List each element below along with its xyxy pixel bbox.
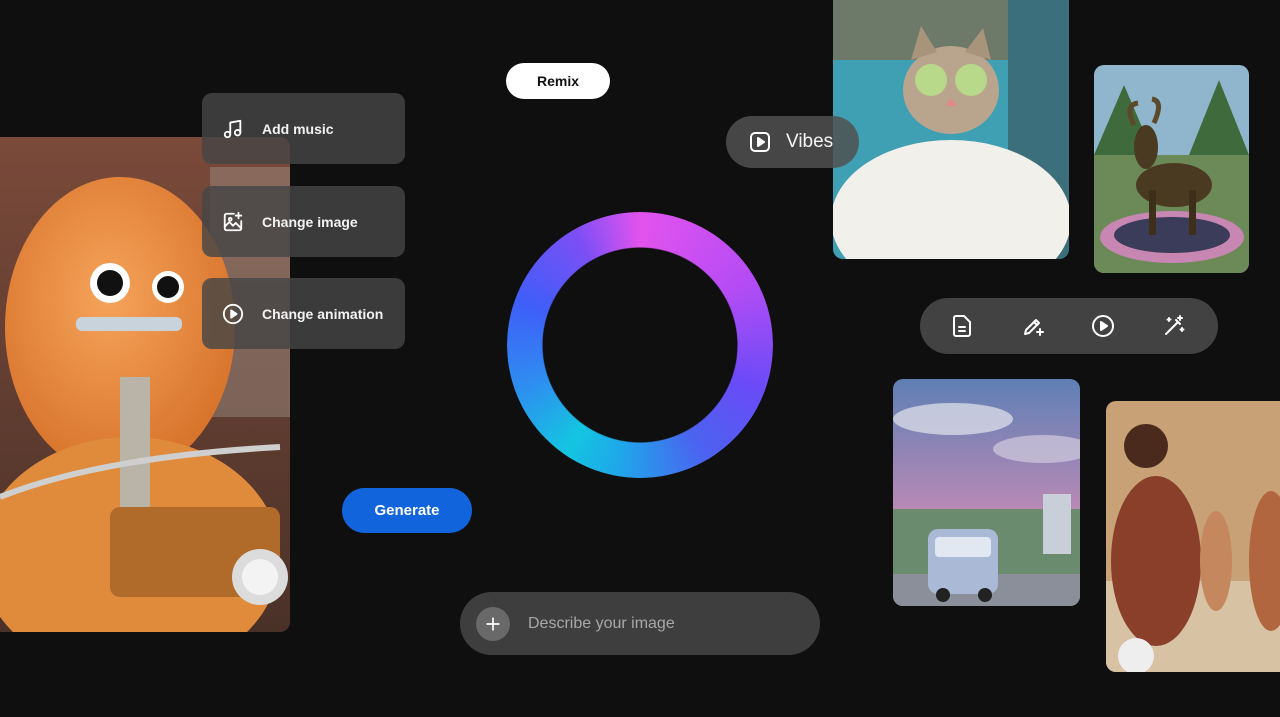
edit-toolbar [920, 298, 1218, 354]
add-button[interactable] [476, 606, 510, 641]
remix-button[interactable]: Remix [506, 63, 610, 99]
play-square-icon [748, 130, 772, 154]
describe-image-input[interactable] [526, 613, 790, 634]
generate-button[interactable]: Generate [342, 488, 472, 533]
music-note-icon [222, 118, 244, 140]
change-animation-label: Change animation [262, 305, 384, 322]
prompt-bar [460, 592, 820, 655]
generate-label: Generate [374, 502, 440, 519]
magic-tool-button[interactable] [1158, 310, 1190, 342]
change-animation-button[interactable]: Change animation [202, 278, 405, 349]
animate-tool-button[interactable] [1087, 310, 1119, 342]
edit-tool-button[interactable] [1017, 310, 1049, 342]
magic-wand-icon [1162, 314, 1186, 338]
add-music-label: Add music [262, 120, 334, 137]
change-image-label: Change image [262, 213, 358, 230]
anime-van-image [893, 379, 1080, 606]
add-music-button[interactable]: Add music [202, 93, 405, 164]
edit-sparkle-icon [1021, 314, 1045, 338]
plus-icon [483, 614, 503, 634]
vibes-label: Vibes [786, 131, 834, 152]
cat-pool-image [833, 0, 1069, 259]
play-circle-icon [222, 303, 244, 325]
play-circle-icon [1091, 314, 1115, 338]
document-tool-button[interactable] [946, 310, 978, 342]
moose-trampoline-image [1094, 65, 1249, 273]
football-players-image [1106, 401, 1280, 672]
change-image-button[interactable]: Change image [202, 186, 405, 257]
remix-label: Remix [536, 73, 580, 89]
vibes-button[interactable]: Vibes [726, 116, 859, 168]
document-icon [950, 314, 974, 338]
image-sparkle-icon [222, 211, 244, 233]
gradient-ring [507, 212, 773, 478]
